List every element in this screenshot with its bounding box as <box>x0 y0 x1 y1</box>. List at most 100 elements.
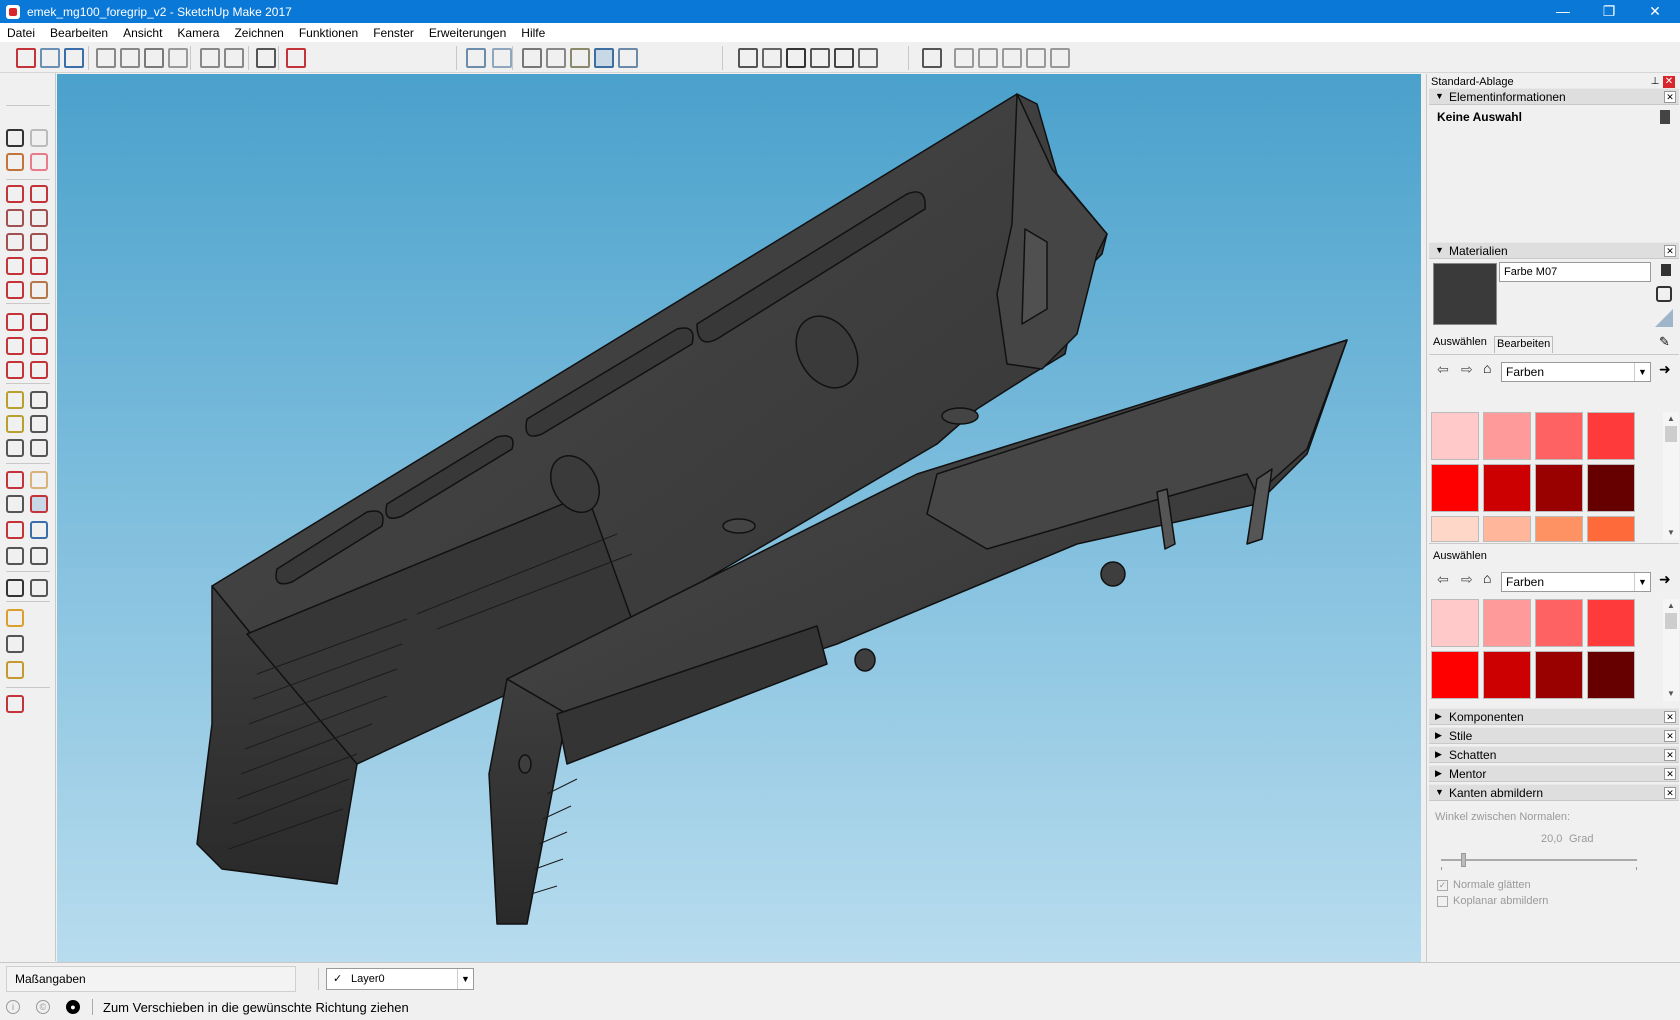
panel-soften-edges[interactable]: ▼ Kanten abmildern ✕ <box>1429 784 1679 801</box>
entity-detail-toggle-icon[interactable] <box>1660 110 1670 124</box>
materials-header[interactable]: ▼ Materialien ✕ <box>1429 242 1679 259</box>
shaded-textures-icon[interactable] <box>594 48 614 68</box>
scroll-thumb[interactable] <box>1665 613 1677 629</box>
zoom-extents-icon[interactable] <box>6 521 24 539</box>
panel-close-icon[interactable]: ✕ <box>1664 749 1676 761</box>
menu-erweiterungen[interactable]: Erweiterungen <box>429 26 506 40</box>
user-account-icon[interactable]: ● <box>66 1000 80 1014</box>
material-swatch[interactable] <box>1535 651 1583 699</box>
protractor-icon[interactable] <box>6 415 24 433</box>
intersect-icon[interactable] <box>1026 48 1046 68</box>
shaded-icon[interactable] <box>570 48 590 68</box>
smooth-normals-checkbox[interactable]: ✓ <box>1437 880 1448 891</box>
warehouse-icon[interactable] <box>6 609 24 627</box>
right-view-icon[interactable] <box>810 48 830 68</box>
copy-icon[interactable] <box>120 48 140 68</box>
two-point-arc-icon[interactable] <box>30 257 48 275</box>
cut-icon[interactable] <box>96 48 116 68</box>
material-swatch[interactable] <box>1535 599 1583 647</box>
select-icon[interactable] <box>6 129 24 147</box>
panel-schatten[interactable]: ▶ Schatten ✕ <box>1429 746 1679 763</box>
material-swatch[interactable] <box>1431 412 1479 460</box>
create-material-icon[interactable] <box>1656 286 1672 302</box>
redo-icon[interactable] <box>224 48 244 68</box>
rotate-icon[interactable] <box>6 337 24 355</box>
text-icon[interactable] <box>30 415 48 433</box>
previous-view-icon[interactable] <box>30 521 48 539</box>
angle-slider-thumb[interactable] <box>1460 853 1466 867</box>
new-model-icon[interactable] <box>16 48 36 68</box>
panel-close-icon[interactable]: ✕ <box>1664 245 1676 257</box>
material-swatch[interactable] <box>1483 599 1531 647</box>
menu-fenster[interactable]: Fenster <box>373 26 414 40</box>
menu-datei[interactable]: Datei <box>7 26 35 40</box>
material-swatch[interactable] <box>1483 651 1531 699</box>
extension-warehouse-icon[interactable] <box>6 661 24 679</box>
menu-zeichnen[interactable]: Zeichnen <box>234 26 283 40</box>
display-secondary-icon[interactable] <box>1661 264 1671 276</box>
panel-close-icon[interactable]: ✕ <box>1664 787 1676 799</box>
panel-close-icon[interactable]: ✕ <box>1664 91 1676 103</box>
home-icon[interactable]: ⌂ <box>1483 570 1491 586</box>
wireframe-icon[interactable] <box>522 48 542 68</box>
material-name-field[interactable]: Farbe M07 <box>1499 262 1651 282</box>
library-dropdown[interactable]: Farben ▼ <box>1501 362 1651 382</box>
material-swatch[interactable] <box>1587 464 1635 512</box>
scroll-down-icon[interactable]: ▼ <box>1663 687 1679 701</box>
model-info-icon[interactable] <box>286 48 306 68</box>
scroll-up-icon[interactable]: ▲ <box>1663 599 1679 613</box>
tab-edit[interactable]: Bearbeiten <box>1494 336 1554 353</box>
material-swatch[interactable] <box>1535 516 1583 542</box>
material-swatch[interactable] <box>1535 464 1583 512</box>
material-swatch[interactable] <box>1587 599 1635 647</box>
union-icon[interactable] <box>954 48 974 68</box>
axes-icon[interactable] <box>6 439 24 457</box>
sketchup-logo-icon[interactable] <box>6 695 24 713</box>
close-button[interactable]: ✕ <box>1632 0 1678 23</box>
solid-tools-icon[interactable] <box>922 48 942 68</box>
layer-dropdown[interactable]: ✓ Layer0 ▼ <box>326 968 474 990</box>
pencil-icon[interactable] <box>6 185 24 203</box>
orbit-icon[interactable] <box>6 471 24 489</box>
forward-icon[interactable]: ⇨ <box>1461 571 1473 588</box>
zoom-icon[interactable] <box>6 495 24 513</box>
arc-icon[interactable] <box>6 257 24 275</box>
scale-icon[interactable] <box>6 361 24 379</box>
dimension-icon[interactable] <box>30 391 48 409</box>
material-swatch[interactable] <box>1431 651 1479 699</box>
back-icon[interactable]: ⇦ <box>1437 361 1449 378</box>
material-swatch[interactable] <box>1431 516 1479 542</box>
monochrome-icon[interactable] <box>618 48 638 68</box>
panel-close-icon[interactable]: ✕ <box>1664 730 1676 742</box>
tray-close-icon[interactable]: ✕ <box>1663 76 1675 88</box>
xray-icon[interactable] <box>466 48 486 68</box>
make-component-icon[interactable] <box>30 129 48 147</box>
menu-funktionen[interactable]: Funktionen <box>299 26 358 40</box>
angle-slider-track[interactable] <box>1441 859 1637 861</box>
three-point-arc-icon[interactable] <box>6 281 24 299</box>
section-plane-icon[interactable] <box>30 579 48 597</box>
share-model-icon[interactable] <box>6 635 24 653</box>
forward-icon[interactable]: ⇨ <box>1461 361 1473 378</box>
subtract-icon[interactable] <box>978 48 998 68</box>
top-view-icon[interactable] <box>762 48 782 68</box>
material-swatch[interactable] <box>1587 651 1635 699</box>
material-swatch[interactable] <box>1483 412 1531 460</box>
offset-icon[interactable] <box>30 361 48 379</box>
entity-info-header[interactable]: ▼ Elementinformationen ✕ <box>1429 88 1679 105</box>
swatch-scrollbar[interactable]: ▲ ▼ <box>1663 412 1679 540</box>
look-around-icon[interactable] <box>30 547 48 565</box>
trim-icon[interactable] <box>1002 48 1022 68</box>
pie-icon[interactable] <box>30 281 48 299</box>
material-swatch[interactable] <box>1535 412 1583 460</box>
follow-me-icon[interactable] <box>30 337 48 355</box>
erase-icon[interactable] <box>168 48 188 68</box>
scroll-up-icon[interactable]: ▲ <box>1663 412 1679 426</box>
material-swatch[interactable] <box>1431 599 1479 647</box>
material-swatch[interactable] <box>1587 516 1635 542</box>
print-icon[interactable] <box>256 48 276 68</box>
backedges-icon[interactable] <box>492 48 512 68</box>
polygon-icon[interactable] <box>30 233 48 251</box>
credits-icon[interactable]: © <box>36 1000 50 1014</box>
tab-select[interactable]: Auswählen <box>1433 336 1487 348</box>
